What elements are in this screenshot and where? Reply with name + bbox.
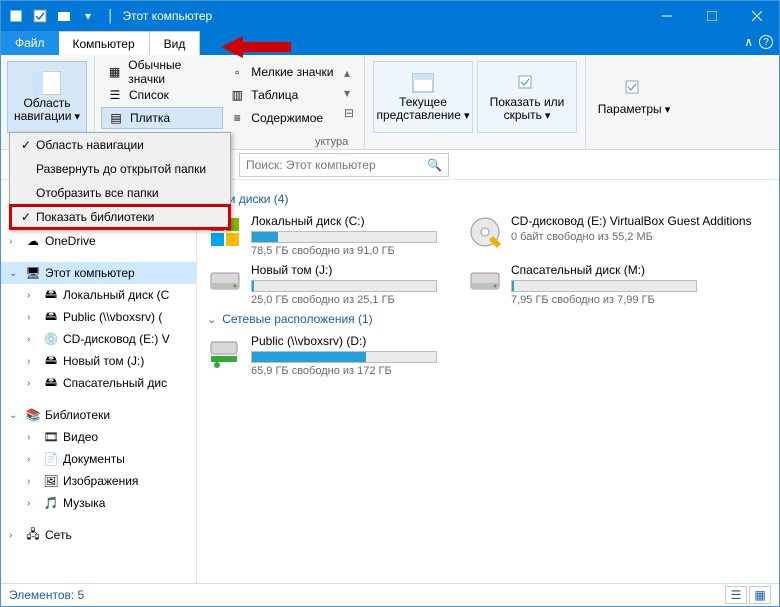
- layout-tiles[interactable]: ▤Плитка: [101, 107, 223, 129]
- layout-small-icons[interactable]: ▫Мелкие значки: [223, 61, 340, 83]
- ribbon-tabs: Файл Компьютер Вид ∧ ?: [1, 31, 779, 55]
- section-network-header[interactable]: ⌄Сетевые расположения (1): [207, 312, 769, 326]
- layout-scroll-down-icon[interactable]: ▾: [344, 86, 354, 100]
- section-devices-header[interactable]: ства и диски (4): [201, 192, 769, 206]
- tree-network[interactable]: ›🖧Сеть: [1, 524, 196, 546]
- help-icon[interactable]: ?: [759, 35, 773, 49]
- drive-subtext: 65,9 ГБ свободно из 172 ГБ: [251, 365, 437, 377]
- current-view-button[interactable]: Текущее представление ▾: [373, 61, 473, 133]
- drive-name: Спасательный диск (M:): [511, 263, 697, 277]
- layout-scroll-up-icon[interactable]: ▴: [344, 66, 354, 80]
- qat-newfolder-icon[interactable]: [53, 5, 75, 27]
- navpane-button[interactable]: Область навигации ▾: [7, 61, 87, 133]
- dd-libraries[interactable]: ✓Показать библиотеки: [10, 205, 230, 229]
- minimize-button[interactable]: [644, 1, 689, 31]
- maximize-button[interactable]: [689, 1, 734, 31]
- drive-item[interactable]: Новый том (J:) 25,0 ГБ свободно из 25,1 …: [207, 263, 437, 306]
- qat-properties-icon[interactable]: [5, 5, 27, 27]
- drive-icon: [207, 334, 243, 370]
- view-large-icon[interactable]: ▦: [749, 586, 771, 604]
- titlebar: ▾ │ Этот компьютер: [1, 1, 779, 31]
- status-text: Элементов: 5: [9, 588, 84, 602]
- tree-libraries[interactable]: ⌄📚Библиотеки: [1, 404, 196, 426]
- drive-item[interactable]: Спасательный диск (M:) 7,95 ГБ свободно …: [467, 263, 697, 306]
- tree-rescue[interactable]: ›🖴Спасательный дис: [1, 372, 196, 394]
- nav-tree: ›☁OneDrive ⌄🖥Этот компьютер ›🖴Локальный …: [1, 180, 197, 583]
- qat-dropdown-icon[interactable]: ▾: [77, 5, 99, 27]
- search-input[interactable]: Поиск: Этот компьютер 🔍: [239, 153, 449, 177]
- drive-subtext: 0 байт свободно из 55,2 МБ: [511, 231, 752, 243]
- drive-name: Локальный диск (C:): [251, 214, 437, 228]
- tree-video[interactable]: ›🎞Видео: [1, 426, 196, 448]
- tree-public[interactable]: ›🖴Public (\\vboxsrv) (: [1, 306, 196, 328]
- close-button[interactable]: [734, 1, 779, 31]
- tree-documents[interactable]: ›📄Документы: [1, 448, 196, 470]
- drive-subtext: 25,0 ГБ свободно из 25,1 ГБ: [251, 294, 437, 306]
- tree-local-c[interactable]: ›🖴Локальный диск (C: [1, 284, 196, 306]
- drive-item[interactable]: Локальный диск (C:) 78,5 ГБ свободно из …: [207, 214, 437, 257]
- layout-normal-icons[interactable]: ▦Обычные значки: [101, 61, 223, 83]
- dd-expand[interactable]: Развернуть до открытой папки: [10, 157, 230, 181]
- drive-item[interactable]: Public (\\vboxsrv) (D:) 65,9 ГБ свободно…: [207, 334, 437, 377]
- tree-music[interactable]: ›🎵Музыка: [1, 492, 196, 514]
- layout-content[interactable]: ≡Содержимое: [223, 107, 340, 129]
- tab-computer[interactable]: Компьютер: [59, 31, 150, 55]
- navpane-dropdown: ✓Область навигации Развернуть до открыто…: [9, 132, 231, 230]
- status-bar: Элементов: 5 ☰ ▦: [1, 583, 779, 606]
- ribbon-group-layout-label: уктура: [315, 136, 348, 148]
- search-icon: 🔍: [427, 158, 442, 172]
- drive-name: Public (\\vboxsrv) (D:): [251, 334, 437, 348]
- tree-newvol[interactable]: ›🖴Новый том (J:): [1, 350, 196, 372]
- show-hide-button[interactable]: Показать или скрыть ▾: [477, 61, 577, 133]
- tab-file[interactable]: Файл: [1, 31, 59, 55]
- drive-subtext: 78,5 ГБ свободно из 91,0 ГБ: [251, 245, 437, 257]
- tab-view[interactable]: Вид: [150, 31, 201, 55]
- window-title: Этот компьютер: [123, 9, 645, 23]
- layout-table[interactable]: ▥Таблица: [223, 84, 340, 106]
- content-pane: ства и диски (4) Локальный диск (C:) 78,…: [197, 180, 779, 583]
- options-button[interactable]: Параметры ▾: [594, 61, 674, 133]
- dd-allfolders[interactable]: Отобразить все папки: [10, 181, 230, 205]
- tree-thispc[interactable]: ⌄🖥Этот компьютер: [1, 262, 196, 284]
- tree-cd[interactable]: ›💿CD-дисковод (E:) V: [1, 328, 196, 350]
- layout-expand-icon[interactable]: ⊟: [344, 106, 354, 120]
- dd-navpane[interactable]: ✓Область навигации: [10, 133, 230, 157]
- drive-icon: [467, 263, 503, 299]
- tree-onedrive[interactable]: ›☁OneDrive: [1, 230, 196, 252]
- drive-item[interactable]: CD-дисковод (E:) VirtualBox Guest Additi…: [467, 214, 697, 257]
- drive-icon: [467, 214, 503, 250]
- layout-list[interactable]: ☰Список: [101, 84, 223, 106]
- drive-subtext: 7,95 ГБ свободно из 7,99 ГБ: [511, 294, 697, 306]
- tree-pictures[interactable]: ›🖼Изображения: [1, 470, 196, 492]
- view-details-icon[interactable]: ☰: [725, 586, 747, 604]
- ribbon-collapse-icon[interactable]: ∧: [744, 35, 753, 49]
- drive-name: Новый том (J:): [251, 263, 437, 277]
- qat-checkbox-icon[interactable]: [29, 5, 51, 27]
- drive-name: CD-дисковод (E:) VirtualBox Guest Additi…: [511, 214, 752, 228]
- drive-icon: [207, 263, 243, 299]
